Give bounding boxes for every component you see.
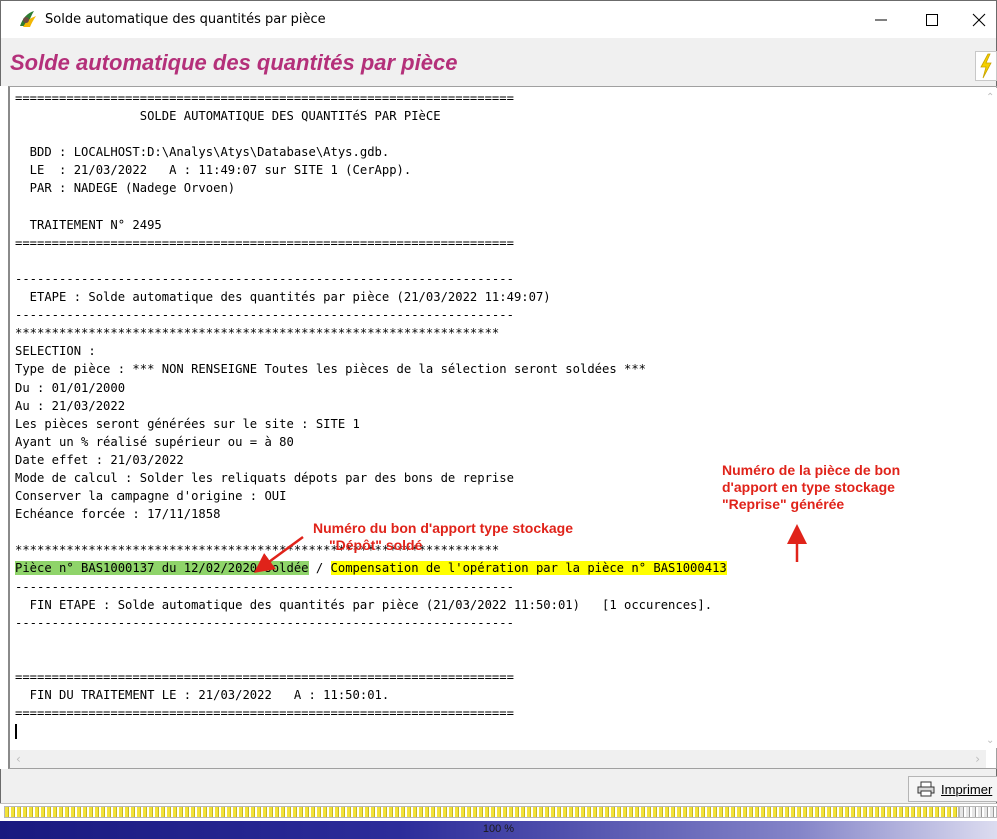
scroll-right-icon[interactable]: › [975, 752, 980, 766]
progress-ticks [0, 803, 997, 821]
printer-icon [917, 781, 935, 797]
scroll-left-icon[interactable]: ‹ [16, 752, 21, 766]
progress-ticks-empty [959, 806, 997, 818]
scroll-up-icon[interactable]: ⌃ [986, 92, 994, 103]
print-button[interactable]: Imprimer [908, 776, 997, 802]
progress-label: 100 % [482, 823, 515, 835]
arrow-to-depot [253, 535, 304, 573]
bottom-toolbar: Imprimer [0, 769, 997, 803]
progress-bar: 100 % [0, 821, 997, 839]
vertical-scrollbar[interactable]: ⌃ ⌄ [985, 88, 997, 748]
annotation-arrows [253, 524, 807, 573]
print-label: Imprimer [941, 781, 993, 797]
horizontal-scrollbar[interactable]: ‹ › [10, 750, 986, 768]
progress-ticks-filled [4, 806, 959, 818]
scroll-down-icon[interactable]: ⌄ [986, 735, 994, 746]
